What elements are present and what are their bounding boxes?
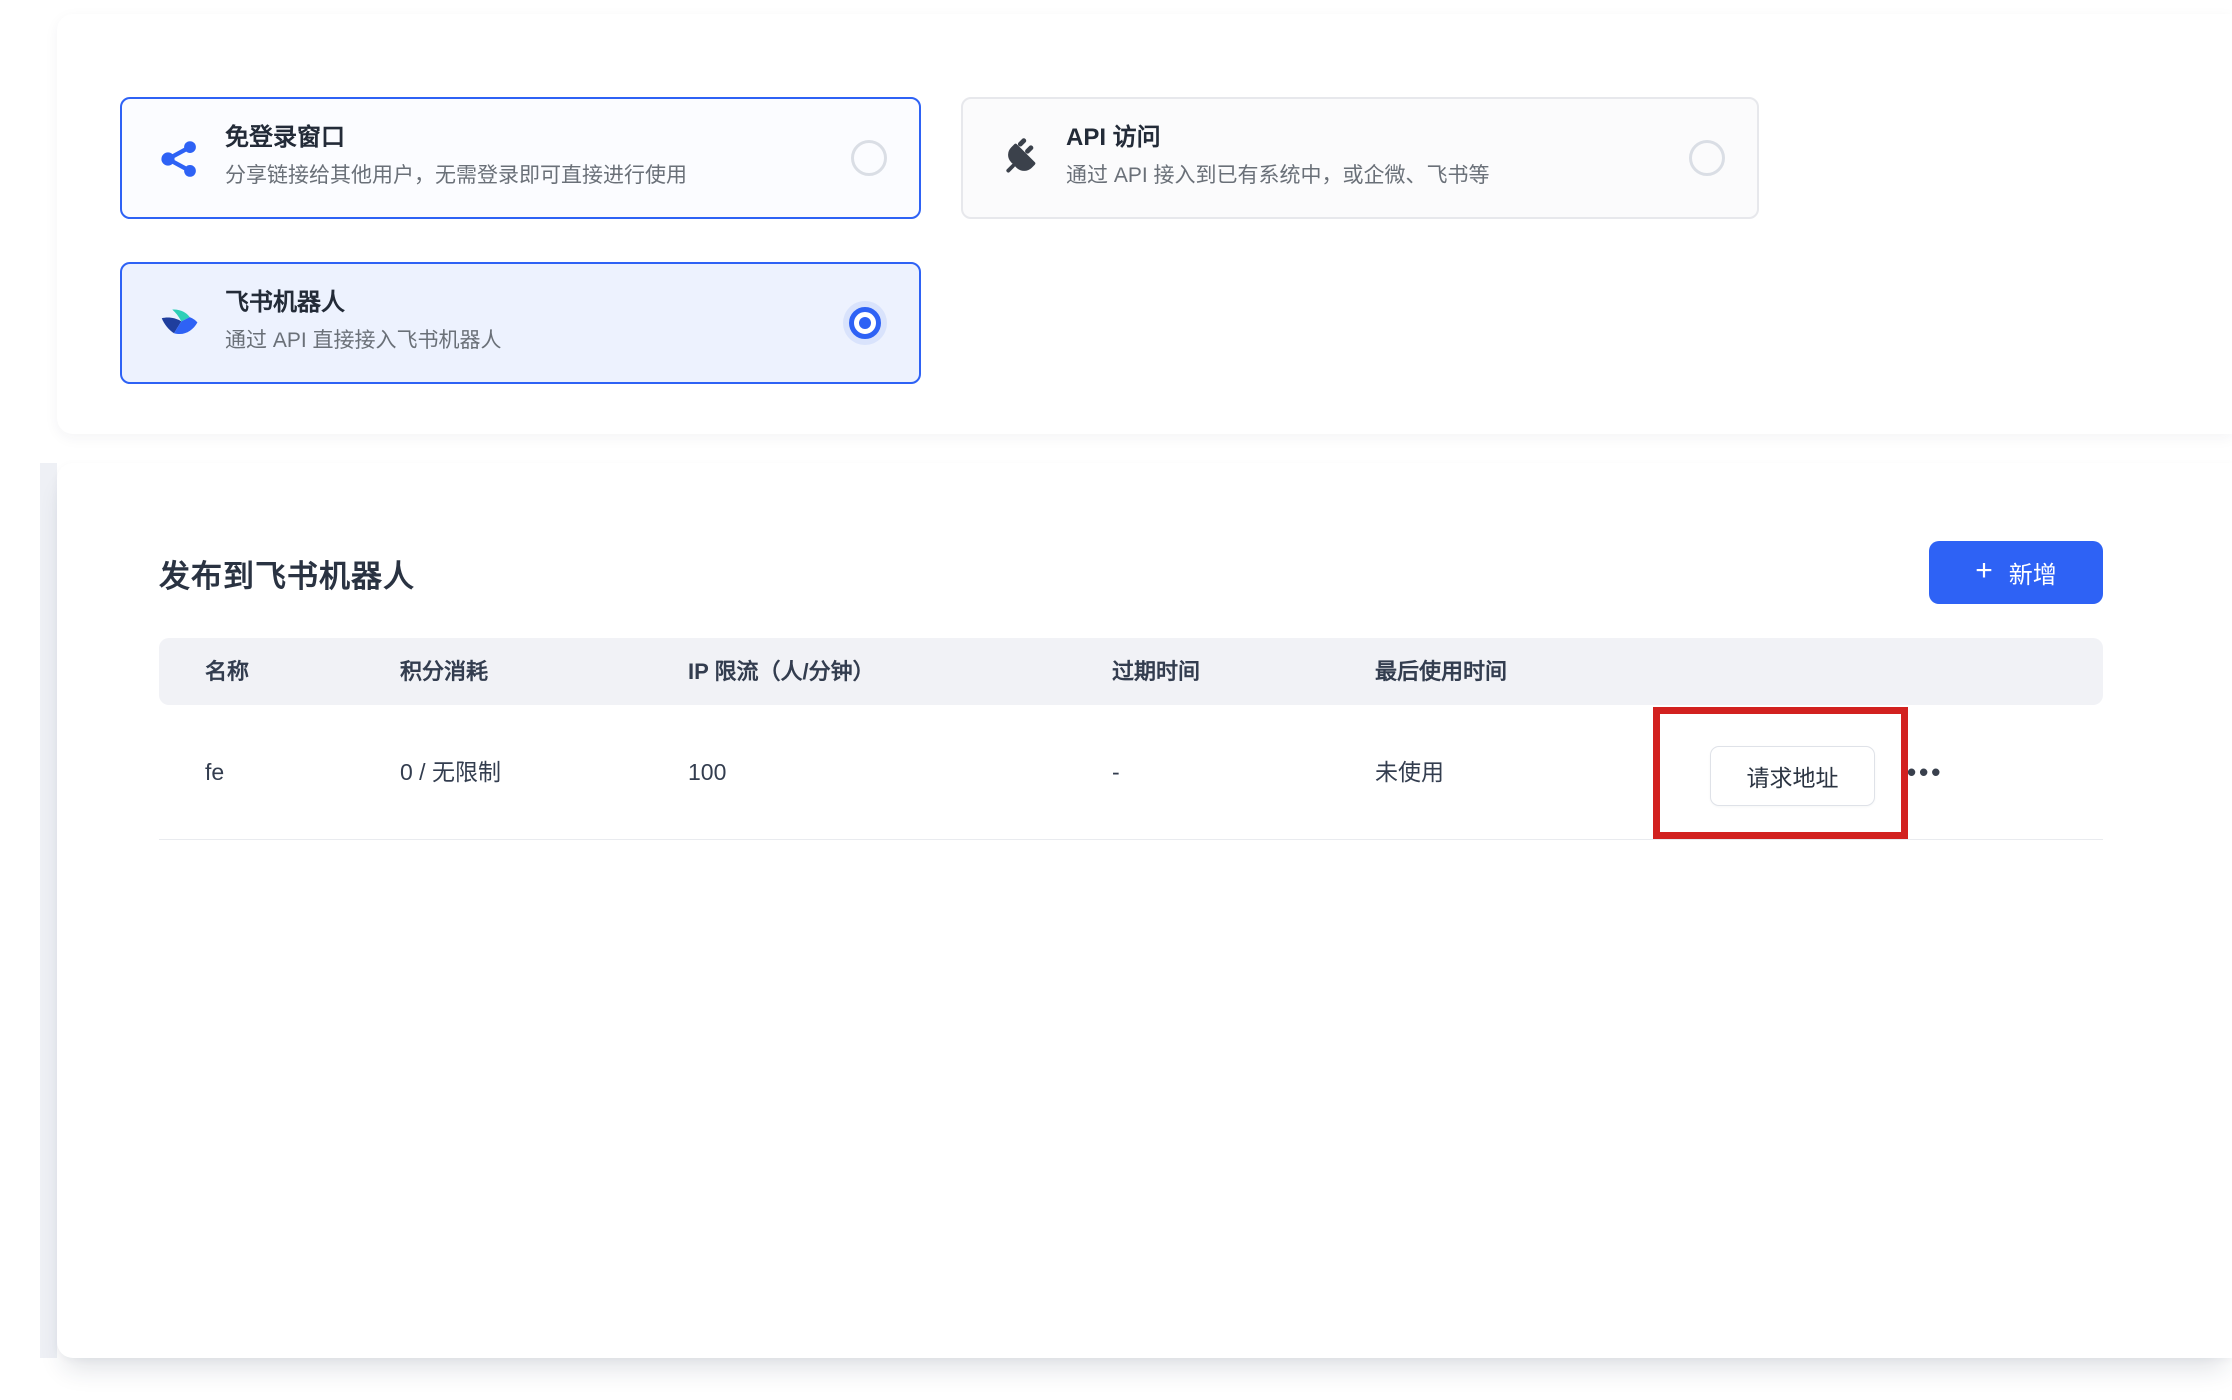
plus-icon: + xyxy=(1975,556,1993,586)
add-button[interactable]: + 新增 xyxy=(1929,541,2103,604)
feishu-icon xyxy=(155,300,203,348)
more-actions-button[interactable]: ••• xyxy=(1907,705,1943,840)
left-edge-strip xyxy=(40,463,57,1358)
page: 免登录窗口 分享链接给其他用户，无需登录即可直接进行使用 API 访问 通过 xyxy=(0,0,2232,1400)
option-card-texts: 飞书机器人 通过 API 直接接入飞书机器人 xyxy=(225,286,809,356)
option-title: 免登录窗口 xyxy=(225,121,809,155)
radio-feishu-bot-selected[interactable] xyxy=(843,301,887,345)
header-expire: 过期时间 xyxy=(1112,638,1200,705)
add-button-label: 新增 xyxy=(2009,555,2057,590)
option-description: 通过 API 接入到已有系统中，或企微、飞书等 xyxy=(1066,161,1647,191)
option-card-api-access[interactable]: API 访问 通过 API 接入到已有系统中，或企微、飞书等 xyxy=(961,97,1759,219)
share-icon xyxy=(155,135,203,183)
cell-name: fe xyxy=(205,705,224,840)
table-row: fe 0 / 无限制 100 - 未使用 请求地址 ••• xyxy=(159,705,2103,840)
option-card-texts: API 访问 通过 API 接入到已有系统中，或企微、飞书等 xyxy=(1066,121,1647,191)
section-title: 发布到飞书机器人 xyxy=(159,551,415,596)
header-name: 名称 xyxy=(205,638,249,705)
option-card-login-free[interactable]: 免登录窗口 分享链接给其他用户，无需登录即可直接进行使用 xyxy=(120,97,921,219)
radio-ring xyxy=(849,307,881,339)
option-card-feishu-bot[interactable]: 飞书机器人 通过 API 直接接入飞书机器人 xyxy=(120,262,921,384)
header-points: 积分消耗 xyxy=(400,638,488,705)
publish-options-panel: 免登录窗口 分享链接给其他用户，无需登录即可直接进行使用 API 访问 通过 xyxy=(57,14,2232,434)
radio-login-free[interactable] xyxy=(851,140,887,176)
radio-api-access[interactable] xyxy=(1689,140,1725,176)
cell-last-used: 未使用 xyxy=(1375,705,1444,840)
plug-icon xyxy=(996,135,1044,183)
option-description: 通过 API 直接接入飞书机器人 xyxy=(225,326,809,356)
option-card-texts: 免登录窗口 分享链接给其他用户，无需登录即可直接进行使用 xyxy=(225,121,809,191)
feishu-bot-publish-panel: 发布到飞书机器人 + 新增 名称 积分消耗 IP 限流（人/分钟） 过期时间 最… xyxy=(57,463,2232,1358)
cell-expire: - xyxy=(1112,705,1120,840)
option-title: API 访问 xyxy=(1066,121,1647,155)
option-title: 飞书机器人 xyxy=(225,286,809,320)
option-description: 分享链接给其他用户，无需登录即可直接进行使用 xyxy=(225,161,809,191)
radio-dot xyxy=(859,317,871,329)
cell-points: 0 / 无限制 xyxy=(400,705,501,840)
header-last-used: 最后使用时间 xyxy=(1375,638,1507,705)
red-highlight-annotation xyxy=(1653,707,1908,839)
cell-ip-limit: 100 xyxy=(688,705,726,840)
table-header-row: 名称 积分消耗 IP 限流（人/分钟） 过期时间 最后使用时间 xyxy=(159,638,2103,705)
header-ip-limit: IP 限流（人/分钟） xyxy=(688,638,875,705)
